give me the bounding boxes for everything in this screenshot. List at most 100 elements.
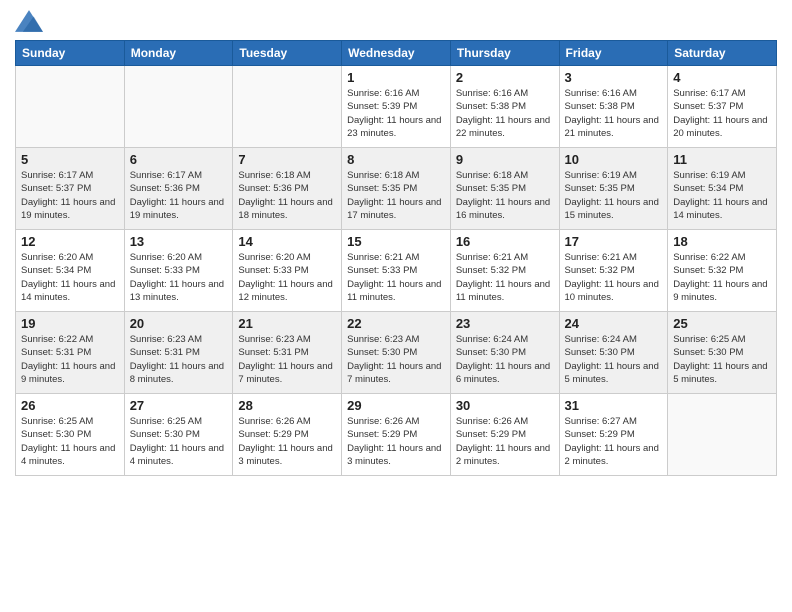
day-cell: 13 Sunrise: 6:20 AM Sunset: 5:33 PM Dayli… bbox=[124, 230, 233, 312]
col-friday: Friday bbox=[559, 41, 668, 66]
day-number: 25 bbox=[673, 316, 771, 331]
day-info: Sunrise: 6:26 AM Sunset: 5:29 PM Dayligh… bbox=[238, 415, 336, 468]
day-cell: 4Sunrise: 6:17 AM Sunset: 5:37 PM Daylig… bbox=[668, 66, 777, 148]
day-number: 11 bbox=[673, 152, 771, 167]
day-cell: 25Sunrise: 6:25 AM Sunset: 5:30 PM Dayli… bbox=[668, 312, 777, 394]
day-info: Sunrise: 6:23 AM Sunset: 5:31 PM Dayligh… bbox=[130, 333, 228, 386]
day-info: Sunrise: 6:21 AM Sunset: 5:33 PM Dayligh… bbox=[347, 251, 445, 304]
day-number: 8 bbox=[347, 152, 445, 167]
day-number: 30 bbox=[456, 398, 554, 413]
col-sunday: Sunday bbox=[16, 41, 125, 66]
day-info: Sunrise: 6:20 AM Sunset: 5:33 PM Dayligh… bbox=[238, 251, 336, 304]
day-number: 5 bbox=[21, 152, 119, 167]
day-cell: 22 Sunrise: 6:23 AM Sunset: 5:30 PM Dayli… bbox=[342, 312, 451, 394]
day-info: Sunrise: 6:24 AM Sunset: 5:30 PM Dayligh… bbox=[565, 333, 663, 386]
day-cell: 3Sunrise: 6:16 AM Sunset: 5:38 PM Daylig… bbox=[559, 66, 668, 148]
week-row-1: 1Sunrise: 6:16 AM Sunset: 5:39 PM Daylig… bbox=[16, 66, 777, 148]
day-info: Sunrise: 6:23 AM Sunset: 5:31 PM Dayligh… bbox=[238, 333, 336, 386]
week-row-3: 12 Sunrise: 6:20 AM Sunset: 5:34 PM Dayli… bbox=[16, 230, 777, 312]
day-cell: 10 Sunrise: 6:19 AM Sunset: 5:35 PM Dayli… bbox=[559, 148, 668, 230]
logo bbox=[15, 10, 47, 32]
day-info: Sunrise: 6:25 AM Sunset: 5:30 PM Dayligh… bbox=[21, 415, 119, 468]
day-cell: 12 Sunrise: 6:20 AM Sunset: 5:34 PM Dayli… bbox=[16, 230, 125, 312]
col-tuesday: Tuesday bbox=[233, 41, 342, 66]
day-number: 18 bbox=[673, 234, 771, 249]
day-info: Sunrise: 6:16 AM Sunset: 5:38 PM Dayligh… bbox=[565, 87, 663, 140]
day-info: Sunrise: 6:19 AM Sunset: 5:34 PM Dayligh… bbox=[673, 169, 771, 222]
day-number: 17 bbox=[565, 234, 663, 249]
day-number: 23 bbox=[456, 316, 554, 331]
day-info: Sunrise: 6:17 AM Sunset: 5:37 PM Dayligh… bbox=[21, 169, 119, 222]
day-number: 13 bbox=[130, 234, 228, 249]
week-row-4: 19 Sunrise: 6:22 AM Sunset: 5:31 PM Dayli… bbox=[16, 312, 777, 394]
day-info: Sunrise: 6:22 AM Sunset: 5:31 PM Dayligh… bbox=[21, 333, 119, 386]
day-cell: 17 Sunrise: 6:21 AM Sunset: 5:32 PM Dayli… bbox=[559, 230, 668, 312]
day-cell bbox=[668, 394, 777, 476]
day-cell bbox=[16, 66, 125, 148]
day-cell: 11 Sunrise: 6:19 AM Sunset: 5:34 PM Dayli… bbox=[668, 148, 777, 230]
day-cell: 23 Sunrise: 6:24 AM Sunset: 5:30 PM Dayli… bbox=[450, 312, 559, 394]
day-number: 16 bbox=[456, 234, 554, 249]
day-cell: 28 Sunrise: 6:26 AM Sunset: 5:29 PM Dayli… bbox=[233, 394, 342, 476]
day-cell: 30 Sunrise: 6:26 AM Sunset: 5:29 PM Dayli… bbox=[450, 394, 559, 476]
day-info: Sunrise: 6:17 AM Sunset: 5:37 PM Dayligh… bbox=[673, 87, 771, 140]
col-wednesday: Wednesday bbox=[342, 41, 451, 66]
logo-icon bbox=[15, 10, 43, 32]
header bbox=[15, 10, 777, 32]
day-number: 6 bbox=[130, 152, 228, 167]
day-number: 1 bbox=[347, 70, 445, 85]
logo-area bbox=[15, 10, 47, 32]
day-cell: 18 Sunrise: 6:22 AM Sunset: 5:32 PM Dayli… bbox=[668, 230, 777, 312]
day-cell: 7Sunrise: 6:18 AM Sunset: 5:36 PM Daylig… bbox=[233, 148, 342, 230]
day-info: Sunrise: 6:26 AM Sunset: 5:29 PM Dayligh… bbox=[347, 415, 445, 468]
day-info: Sunrise: 6:21 AM Sunset: 5:32 PM Dayligh… bbox=[456, 251, 554, 304]
day-number: 22 bbox=[347, 316, 445, 331]
day-info: Sunrise: 6:24 AM Sunset: 5:30 PM Dayligh… bbox=[456, 333, 554, 386]
day-number: 7 bbox=[238, 152, 336, 167]
week-row-5: 26Sunrise: 6:25 AM Sunset: 5:30 PM Dayli… bbox=[16, 394, 777, 476]
day-number: 27 bbox=[130, 398, 228, 413]
day-info: Sunrise: 6:20 AM Sunset: 5:33 PM Dayligh… bbox=[130, 251, 228, 304]
page: Sunday Monday Tuesday Wednesday Thursday… bbox=[0, 0, 792, 612]
day-number: 19 bbox=[21, 316, 119, 331]
day-cell: 24 Sunrise: 6:24 AM Sunset: 5:30 PM Dayli… bbox=[559, 312, 668, 394]
day-number: 21 bbox=[238, 316, 336, 331]
day-info: Sunrise: 6:25 AM Sunset: 5:30 PM Dayligh… bbox=[130, 415, 228, 468]
week-row-2: 5 Sunrise: 6:17 AM Sunset: 5:37 PM Daylig… bbox=[16, 148, 777, 230]
day-cell: 27 Sunrise: 6:25 AM Sunset: 5:30 PM Dayli… bbox=[124, 394, 233, 476]
day-cell: 6 Sunrise: 6:17 AM Sunset: 5:36 PM Daylig… bbox=[124, 148, 233, 230]
day-info: Sunrise: 6:18 AM Sunset: 5:35 PM Dayligh… bbox=[456, 169, 554, 222]
day-info: Sunrise: 6:26 AM Sunset: 5:29 PM Dayligh… bbox=[456, 415, 554, 468]
day-cell: 15 Sunrise: 6:21 AM Sunset: 5:33 PM Dayli… bbox=[342, 230, 451, 312]
day-info: Sunrise: 6:23 AM Sunset: 5:30 PM Dayligh… bbox=[347, 333, 445, 386]
day-number: 20 bbox=[130, 316, 228, 331]
day-cell bbox=[124, 66, 233, 148]
header-row: Sunday Monday Tuesday Wednesday Thursday… bbox=[16, 41, 777, 66]
day-cell: 19 Sunrise: 6:22 AM Sunset: 5:31 PM Dayli… bbox=[16, 312, 125, 394]
day-info: Sunrise: 6:16 AM Sunset: 5:38 PM Dayligh… bbox=[456, 87, 554, 140]
day-number: 28 bbox=[238, 398, 336, 413]
day-cell bbox=[233, 66, 342, 148]
day-number: 15 bbox=[347, 234, 445, 249]
day-info: Sunrise: 6:27 AM Sunset: 5:29 PM Dayligh… bbox=[565, 415, 663, 468]
day-number: 2 bbox=[456, 70, 554, 85]
day-number: 10 bbox=[565, 152, 663, 167]
day-info: Sunrise: 6:17 AM Sunset: 5:36 PM Dayligh… bbox=[130, 169, 228, 222]
day-number: 29 bbox=[347, 398, 445, 413]
day-number: 24 bbox=[565, 316, 663, 331]
day-info: Sunrise: 6:21 AM Sunset: 5:32 PM Dayligh… bbox=[565, 251, 663, 304]
day-info: Sunrise: 6:19 AM Sunset: 5:35 PM Dayligh… bbox=[565, 169, 663, 222]
calendar-table: Sunday Monday Tuesday Wednesday Thursday… bbox=[15, 40, 777, 476]
day-info: Sunrise: 6:18 AM Sunset: 5:35 PM Dayligh… bbox=[347, 169, 445, 222]
day-cell: 2 Sunrise: 6:16 AM Sunset: 5:38 PM Daylig… bbox=[450, 66, 559, 148]
day-number: 12 bbox=[21, 234, 119, 249]
day-info: Sunrise: 6:22 AM Sunset: 5:32 PM Dayligh… bbox=[673, 251, 771, 304]
day-info: Sunrise: 6:20 AM Sunset: 5:34 PM Dayligh… bbox=[21, 251, 119, 304]
col-thursday: Thursday bbox=[450, 41, 559, 66]
day-cell: 21 Sunrise: 6:23 AM Sunset: 5:31 PM Dayli… bbox=[233, 312, 342, 394]
day-cell: 26Sunrise: 6:25 AM Sunset: 5:30 PM Dayli… bbox=[16, 394, 125, 476]
col-saturday: Saturday bbox=[668, 41, 777, 66]
day-cell: 16 Sunrise: 6:21 AM Sunset: 5:32 PM Dayli… bbox=[450, 230, 559, 312]
day-number: 9 bbox=[456, 152, 554, 167]
day-cell: 1Sunrise: 6:16 AM Sunset: 5:39 PM Daylig… bbox=[342, 66, 451, 148]
